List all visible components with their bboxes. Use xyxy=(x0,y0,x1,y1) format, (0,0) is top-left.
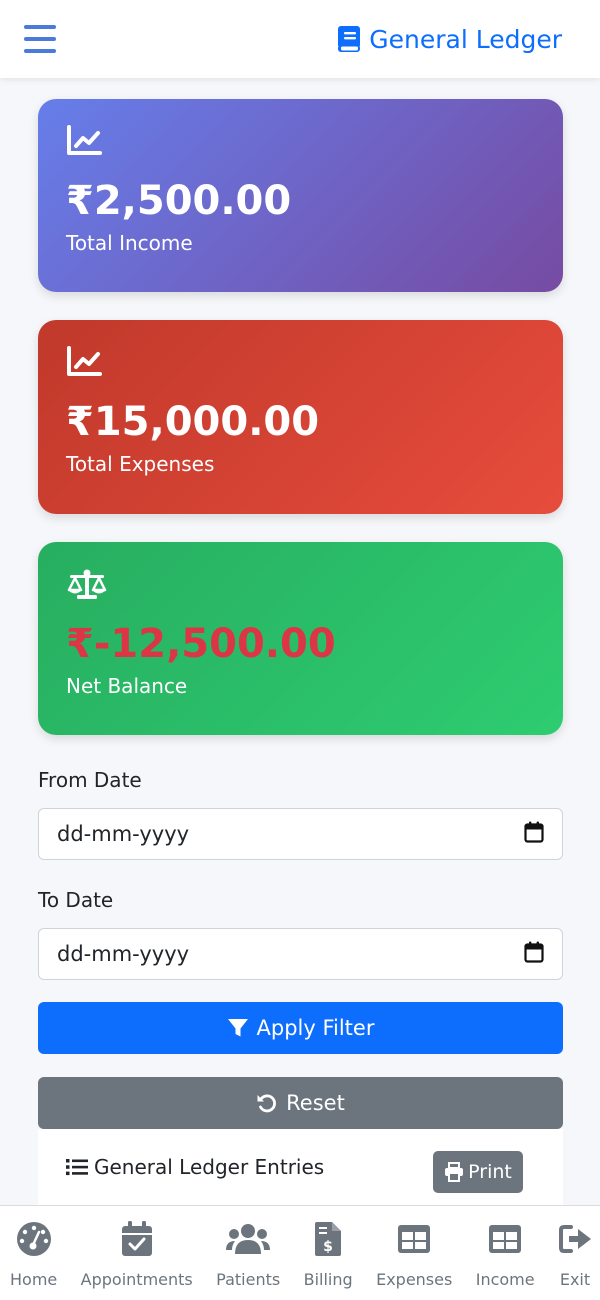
ledger-entries-title: General Ledger Entries xyxy=(66,1155,324,1179)
to-date-input[interactable]: dd-mm-yyyy xyxy=(38,928,563,980)
print-button[interactable]: Print xyxy=(433,1151,523,1193)
hamburger-menu-icon[interactable] xyxy=(24,25,56,53)
nav-label-billing: Billing xyxy=(303,1270,353,1289)
net-balance-label: Net Balance xyxy=(66,674,188,698)
print-icon xyxy=(445,1162,464,1182)
list-icon xyxy=(66,1159,88,1176)
to-date-placeholder: dd-mm-yyyy xyxy=(57,942,190,966)
total-income-label: Total Income xyxy=(66,231,193,255)
calendar-check-icon xyxy=(121,1220,153,1258)
net-balance-amount: ₹-12,500.00 xyxy=(66,621,336,667)
nav-label-appointments: Appointments xyxy=(80,1270,193,1289)
dashboard-icon xyxy=(16,1220,52,1258)
reset-button[interactable]: Reset xyxy=(38,1077,563,1129)
book-icon xyxy=(337,25,361,53)
total-expenses-label: Total Expenses xyxy=(66,452,215,476)
users-icon xyxy=(226,1220,271,1258)
nav-item-expenses[interactable]: Expenses xyxy=(376,1206,452,1300)
nav-item-patients[interactable]: Patients xyxy=(216,1206,280,1300)
svg-text:$: $ xyxy=(323,1239,333,1255)
ledger-entries-title-text: General Ledger Entries xyxy=(94,1155,325,1179)
total-income-amount: ₹2,500.00 xyxy=(66,178,292,224)
nav-label-expenses: Expenses xyxy=(376,1270,453,1289)
chart-line-icon xyxy=(66,125,535,161)
chart-line-icon xyxy=(66,346,535,382)
balance-scale-icon xyxy=(66,568,535,604)
top-bar: General Ledger xyxy=(0,0,600,78)
from-date-label: From Date xyxy=(38,768,142,792)
nav-item-billing[interactable]: $ Billing xyxy=(304,1206,353,1300)
calendar-icon[interactable] xyxy=(524,821,544,848)
total-income-card: ₹2,500.00 Total Income xyxy=(38,99,563,292)
filter-icon xyxy=(227,1019,248,1037)
apply-filter-label: Apply Filter xyxy=(256,1016,375,1040)
from-date-input[interactable]: dd-mm-yyyy xyxy=(38,808,563,860)
nav-item-income[interactable]: Income xyxy=(476,1206,535,1300)
invoice-dollar-icon: $ xyxy=(314,1220,342,1258)
nav-item-appointments[interactable]: Appointments xyxy=(81,1206,193,1300)
table-icon xyxy=(397,1220,431,1258)
nav-label-home: Home xyxy=(10,1270,58,1289)
nav-label-exit: Exit xyxy=(559,1270,591,1289)
sign-out-icon xyxy=(558,1220,592,1258)
total-expenses-card: ₹15,000.00 Total Expenses xyxy=(38,320,563,514)
total-expenses-amount: ₹15,000.00 xyxy=(66,399,320,445)
print-label: Print xyxy=(468,1161,512,1183)
nav-label-income: Income xyxy=(475,1270,535,1289)
bottom-nav: Home Appointments Patients $ Billing Exp… xyxy=(0,1205,600,1300)
page-title-text: General Ledger xyxy=(369,24,562,54)
reset-label: Reset xyxy=(286,1091,345,1115)
nav-item-exit[interactable]: Exit xyxy=(558,1206,592,1300)
from-date-placeholder: dd-mm-yyyy xyxy=(57,822,190,846)
nav-label-patients: Patients xyxy=(216,1270,281,1289)
apply-filter-button[interactable]: Apply Filter xyxy=(38,1002,563,1054)
net-balance-card: ₹-12,500.00 Net Balance xyxy=(38,542,563,735)
page-title: General Ledger xyxy=(337,25,562,54)
to-date-label: To Date xyxy=(38,888,114,912)
table-icon xyxy=(488,1220,522,1258)
calendar-icon[interactable] xyxy=(524,941,544,968)
nav-item-home[interactable]: Home xyxy=(10,1206,57,1300)
undo-icon xyxy=(257,1094,277,1113)
